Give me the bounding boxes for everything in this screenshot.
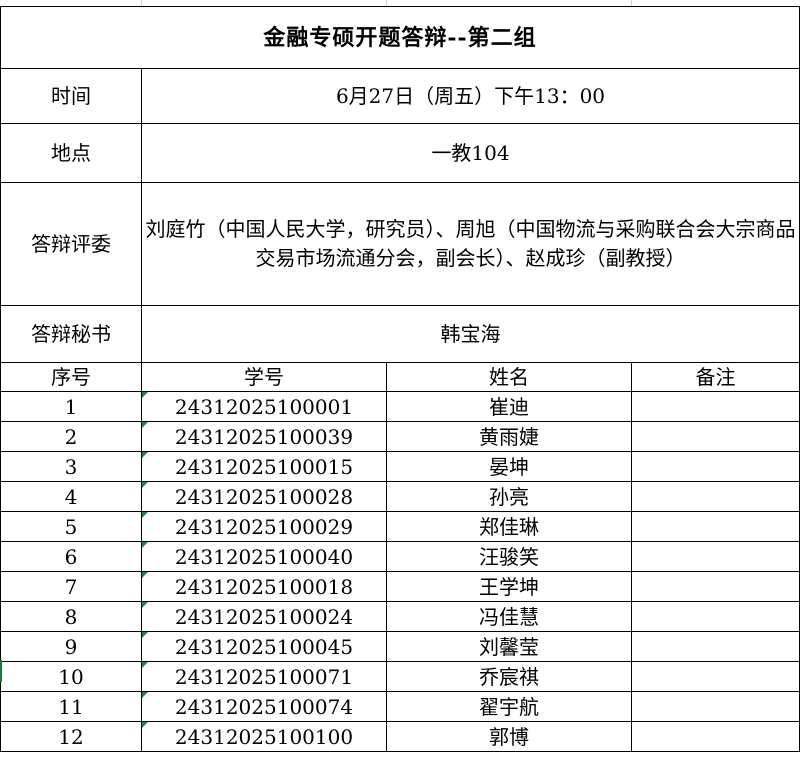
schedule-table: 金融专硕开题答辩--第二组 时间 6月27日（周五）下午13：00 地点 一教1… <box>0 6 800 752</box>
row-number-cell[interactable]: 9 <box>0 631 142 662</box>
student-id-cell[interactable]: 24312025100015 <box>141 451 387 482</box>
time-value[interactable]: 6月27日（周五）下午13：00 <box>141 68 800 124</box>
row-number-cell[interactable]: 2 <box>0 421 142 452</box>
note-cell[interactable] <box>631 661 800 692</box>
note-cell[interactable] <box>631 391 800 422</box>
time-label[interactable]: 时间 <box>0 68 142 124</box>
page-title[interactable]: 金融专硕开题答辩--第二组 <box>0 6 800 69</box>
table-row: 3 24312025100015 晏坤 <box>0 451 800 482</box>
text-number-indicator-icon <box>142 632 148 638</box>
note-cell[interactable] <box>631 451 800 482</box>
row-number-cell[interactable]: 11 <box>0 691 142 722</box>
column-header-no[interactable]: 序号 <box>0 362 142 392</box>
row-number-cell[interactable]: 5 <box>0 511 142 542</box>
note-cell[interactable] <box>631 421 800 452</box>
note-cell[interactable] <box>631 721 800 752</box>
student-name-cell[interactable]: 黄雨婕 <box>386 421 632 452</box>
note-cell[interactable] <box>631 601 800 632</box>
note-cell[interactable] <box>631 571 800 602</box>
row-number-cell[interactable]: 7 <box>0 571 142 602</box>
student-id-cell[interactable]: 24312025100071 <box>141 661 387 692</box>
student-name-cell[interactable]: 王学坤 <box>386 571 632 602</box>
table-row: 11 24312025100074 翟宇航 <box>0 691 800 722</box>
column-header-note[interactable]: 备注 <box>631 362 800 392</box>
text-number-indicator-icon <box>142 722 148 728</box>
student-name-cell[interactable]: 郭博 <box>386 721 632 752</box>
table-row: 7 24312025100018 王学坤 <box>0 571 800 602</box>
text-number-indicator-icon <box>142 572 148 578</box>
student-id-cell[interactable]: 24312025100001 <box>141 391 387 422</box>
spreadsheet-sheet: 金融专硕开题答辩--第二组 时间 6月27日（周五）下午13：00 地点 一教1… <box>0 0 805 757</box>
text-number-indicator-icon <box>142 392 148 398</box>
student-name-cell[interactable]: 崔迪 <box>386 391 632 422</box>
note-cell[interactable] <box>631 691 800 722</box>
text-number-indicator-icon <box>142 692 148 698</box>
cell-selection-marker <box>0 660 2 682</box>
student-name-cell[interactable]: 孙亮 <box>386 481 632 512</box>
row-number-cell[interactable]: 12 <box>0 721 142 752</box>
text-number-indicator-icon <box>142 542 148 548</box>
table-row: 6 24312025100040 汪骏笑 <box>0 541 800 572</box>
student-id-cell[interactable]: 24312025100045 <box>141 631 387 662</box>
secretary-value[interactable]: 韩宝海 <box>141 305 800 363</box>
text-number-indicator-icon <box>142 602 148 608</box>
table-row: 12 24312025100100 郭博 <box>0 721 800 752</box>
table-row: 8 24312025100024 冯佳慧 <box>0 601 800 632</box>
row-number-cell[interactable]: 3 <box>0 451 142 482</box>
student-id-cell[interactable]: 24312025100040 <box>141 541 387 572</box>
student-id-cell[interactable]: 24312025100018 <box>141 571 387 602</box>
student-name-cell[interactable]: 郑佳琳 <box>386 511 632 542</box>
panel-label[interactable]: 答辩评委 <box>0 182 142 306</box>
note-cell[interactable] <box>631 511 800 542</box>
text-number-indicator-icon <box>142 512 148 518</box>
text-number-indicator-icon <box>142 452 148 458</box>
column-header-name[interactable]: 姓名 <box>386 362 632 392</box>
student-id-cell[interactable]: 24312025100029 <box>141 511 387 542</box>
row-number-cell[interactable]: 4 <box>0 481 142 512</box>
row-number-cell[interactable]: 6 <box>0 541 142 572</box>
student-name-cell[interactable]: 刘馨莹 <box>386 631 632 662</box>
student-id-cell[interactable]: 24312025100028 <box>141 481 387 512</box>
student-id-cell[interactable]: 24312025100024 <box>141 601 387 632</box>
text-number-indicator-icon <box>142 422 148 428</box>
student-id-cell[interactable]: 24312025100100 <box>141 721 387 752</box>
place-value[interactable]: 一教104 <box>141 123 800 183</box>
student-name-cell[interactable]: 乔宸祺 <box>386 661 632 692</box>
column-header-id[interactable]: 学号 <box>141 362 387 392</box>
text-number-indicator-icon <box>142 482 148 488</box>
secretary-label[interactable]: 答辩秘书 <box>0 305 142 363</box>
note-cell[interactable] <box>631 481 800 512</box>
student-name-cell[interactable]: 冯佳慧 <box>386 601 632 632</box>
table-row: 5 24312025100029 郑佳琳 <box>0 511 800 542</box>
row-number-cell[interactable]: 1 <box>0 391 142 422</box>
note-cell[interactable] <box>631 541 800 572</box>
student-id-cell[interactable]: 24312025100074 <box>141 691 387 722</box>
text-number-indicator-icon <box>142 662 148 668</box>
row-number-cell[interactable]: 8 <box>0 601 142 632</box>
student-id-cell[interactable]: 24312025100039 <box>141 421 387 452</box>
panel-value[interactable]: 刘庭竹（中国人民大学，研究员）、周旭（中国物流与采购联合会大宗商品交易市场流通分… <box>141 182 800 306</box>
student-name-cell[interactable]: 翟宇航 <box>386 691 632 722</box>
note-cell[interactable] <box>631 631 800 662</box>
table-row: 4 24312025100028 孙亮 <box>0 481 800 512</box>
student-name-cell[interactable]: 汪骏笑 <box>386 541 632 572</box>
row-number-cell[interactable]: 10 <box>0 661 142 692</box>
table-row: 10 24312025100071 乔宸祺 <box>0 661 800 692</box>
student-name-cell[interactable]: 晏坤 <box>386 451 632 482</box>
table-row: 2 24312025100039 黄雨婕 <box>0 421 800 452</box>
table-row: 1 24312025100001 崔迪 <box>0 391 800 422</box>
place-label[interactable]: 地点 <box>0 123 142 183</box>
table-row: 9 24312025100045 刘馨莹 <box>0 631 800 662</box>
